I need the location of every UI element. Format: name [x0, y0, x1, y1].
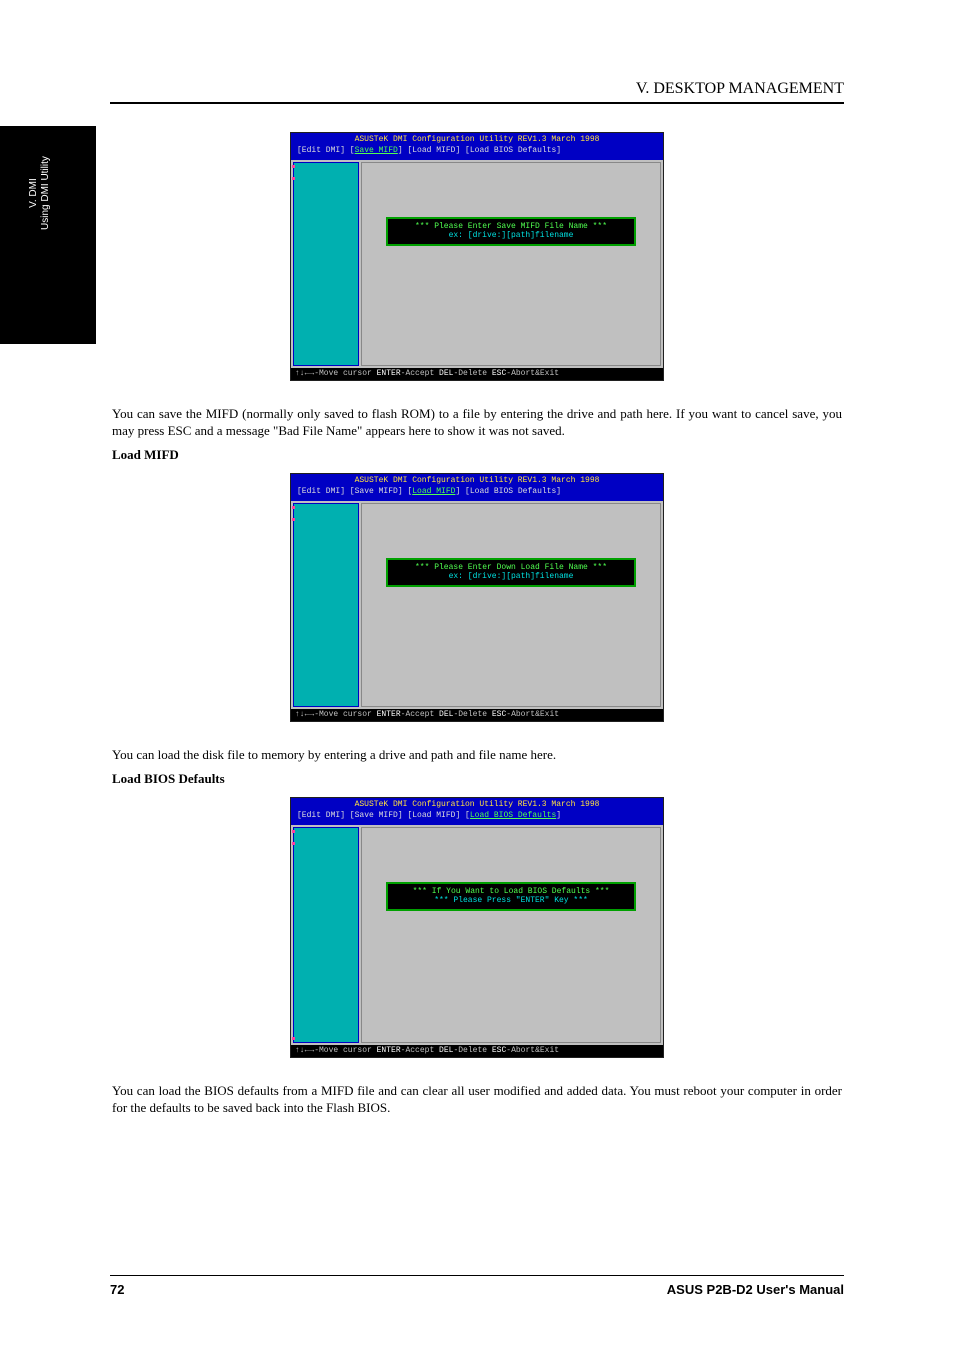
marker-icon [292, 165, 295, 168]
scr-right-panel: *** Please Enter Save MIFD File Name ***… [361, 162, 661, 366]
marker-icon [292, 518, 295, 521]
dialog-line1: *** Please Enter Save MIFD File Name *** [398, 222, 624, 231]
menu-load-highlight: Load MIFD [412, 487, 455, 496]
scr-statusbar: ↑↓←→-Move cursor ENTER-Accept DEL-Delete… [291, 368, 663, 380]
marker-icon [292, 842, 295, 845]
scr-right-panel: *** If You Want to Load BIOS Defaults **… [361, 827, 661, 1043]
load-mifd-heading: Load MIFD [112, 447, 842, 463]
scr-menubar: [Edit DMI] [Save MIFD] [Load MIFD] [Load… [297, 487, 657, 497]
scr-menubar: [Edit DMI] [Save MIFD] [Load MIFD] [Load… [297, 146, 657, 156]
scr-right-panel: *** Please Enter Down Load File Name ***… [361, 503, 661, 707]
dialog-line2: *** Please Press "ENTER" Key *** [398, 896, 624, 905]
scr-body: *** Please Enter Save MIFD File Name ***… [291, 160, 663, 368]
scr-left-panel [293, 503, 359, 707]
screenshot-load-bios-defaults: ASUSTeK DMI Configuration Utility REV1.3… [290, 797, 664, 1058]
scr-app-title: ASUSTeK DMI Configuration Utility REV1.3… [297, 476, 657, 486]
load-mifd-paragraph: You can load the disk file to memory by … [112, 746, 842, 763]
marker-icon [292, 506, 295, 509]
scr-left-panel [293, 162, 359, 366]
page-footer: 72 ASUS P2B-D2 User's Manual [110, 1275, 844, 1297]
load-bios-heading: Load BIOS Defaults [112, 771, 842, 787]
scr-titlebar: ASUSTeK DMI Configuration Utility REV1.3… [291, 474, 663, 501]
dialog-line1: *** If You Want to Load BIOS Defaults **… [398, 887, 624, 896]
marker-icon [292, 177, 295, 180]
dialog-line2: ex: [drive:][path]filename [398, 572, 624, 581]
menu-save-highlight: Save MIFD [355, 146, 398, 155]
scr-menubar: [Edit DMI] [Save MIFD] [Load MIFD] [Load… [297, 811, 657, 821]
menu-bios-highlight: Load BIOS Defaults [470, 811, 556, 820]
scr-body: *** Please Enter Down Load File Name ***… [291, 501, 663, 709]
scr-app-title: ASUSTeK DMI Configuration Utility REV1.3… [297, 800, 657, 810]
scr-titlebar: ASUSTeK DMI Configuration Utility REV1.3… [291, 133, 663, 160]
save-mifd-dialog: *** Please Enter Save MIFD File Name ***… [386, 217, 636, 246]
marker-icon [292, 830, 295, 833]
page-content: V. DESKTOP MANAGEMENT ASUSTeK DMI Config… [0, 0, 954, 1164]
dialog-line1: *** Please Enter Down Load File Name *** [398, 563, 624, 572]
scr-left-panel [293, 827, 359, 1043]
load-bios-paragraph: You can load the BIOS defaults from a MI… [112, 1082, 842, 1116]
marker-icon [292, 1037, 295, 1040]
scr-body: *** If You Want to Load BIOS Defaults **… [291, 825, 663, 1045]
load-bios-dialog: *** If You Want to Load BIOS Defaults **… [386, 882, 636, 911]
scr-statusbar: ↑↓←→-Move cursor ENTER-Accept DEL-Delete… [291, 1045, 663, 1057]
page-number: 72 [110, 1282, 124, 1297]
screenshot-load-mifd: ASUSTeK DMI Configuration Utility REV1.3… [290, 473, 664, 722]
dialog-line2: ex: [drive:][path]filename [398, 231, 624, 240]
product-name: ASUS P2B-D2 User's Manual [667, 1282, 844, 1297]
scr-statusbar: ↑↓←→-Move cursor ENTER-Accept DEL-Delete… [291, 709, 663, 721]
scr-titlebar: ASUSTeK DMI Configuration Utility REV1.3… [291, 798, 663, 825]
page-header: V. DESKTOP MANAGEMENT [110, 80, 844, 104]
scr-app-title: ASUSTeK DMI Configuration Utility REV1.3… [297, 135, 657, 145]
save-mifd-paragraph: You can save the MIFD (normally only sav… [112, 405, 842, 439]
screenshot-save-mifd: ASUSTeK DMI Configuration Utility REV1.3… [290, 132, 664, 381]
load-mifd-dialog: *** Please Enter Down Load File Name ***… [386, 558, 636, 587]
